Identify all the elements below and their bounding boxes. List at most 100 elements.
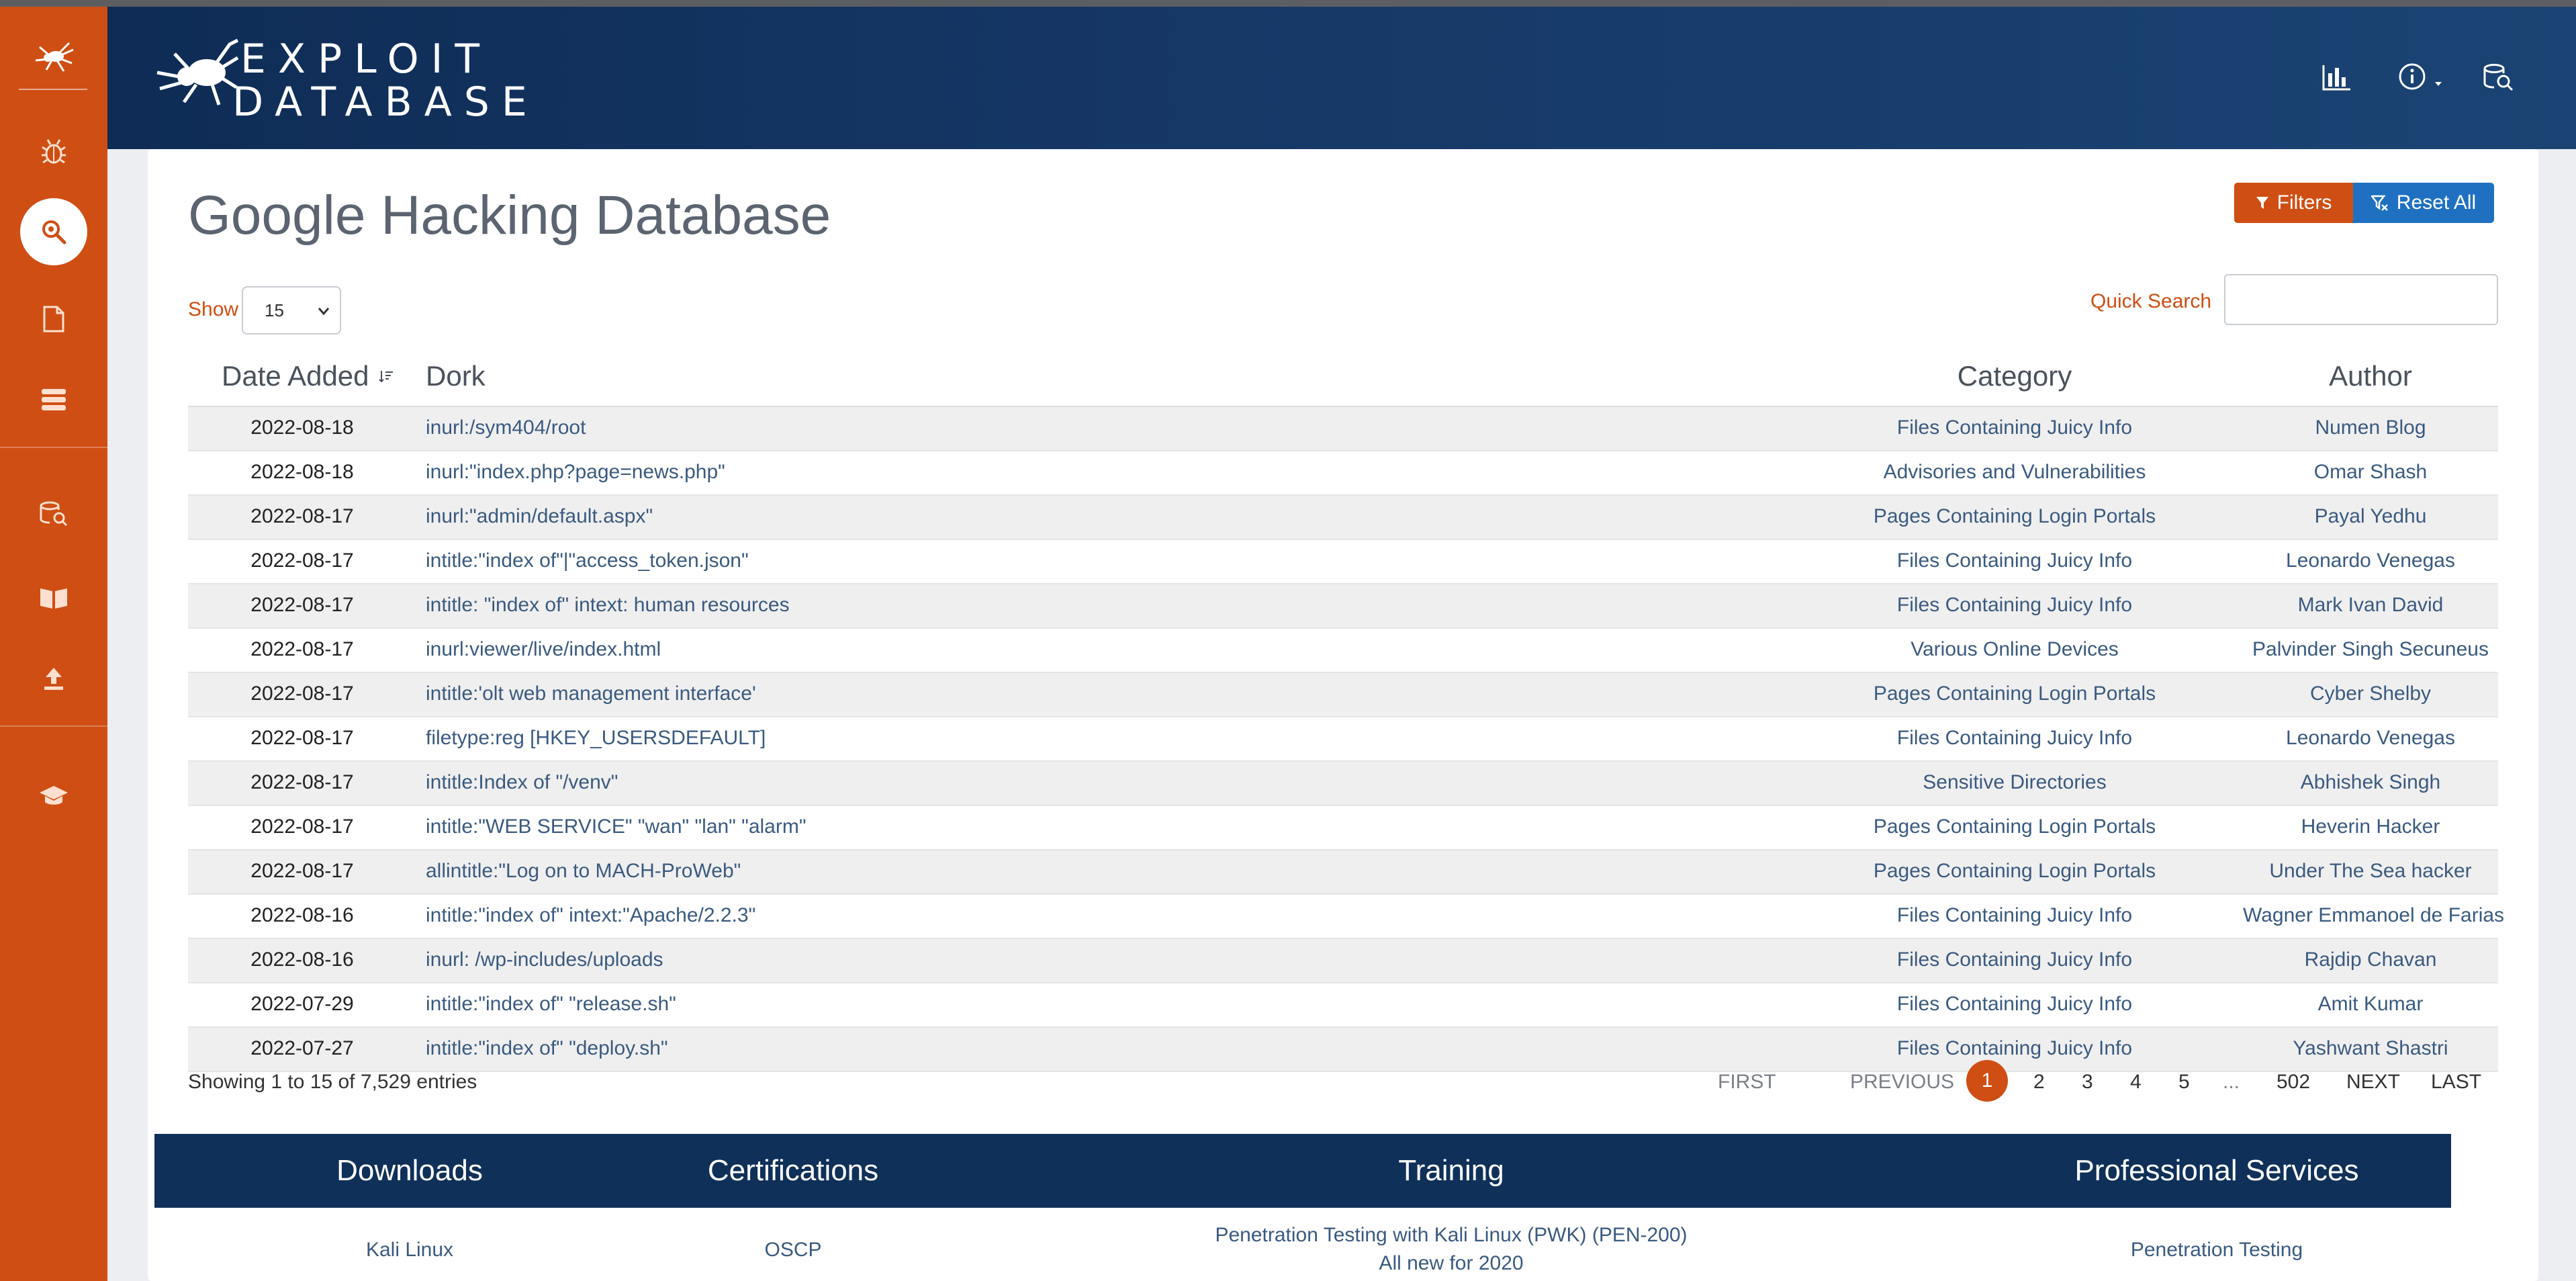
- column-header-category[interactable]: Category: [1719, 360, 2310, 392]
- cell-dork-link[interactable]: inurl:/sym404/root: [426, 416, 586, 439]
- cell-dork-link[interactable]: intitle:"index of"|"access_token.json": [426, 549, 749, 572]
- cell-dork-link[interactable]: intitle:"WEB SERVICE" "wan" "lan" "alarm…: [426, 815, 806, 838]
- cell-author-link[interactable]: Mark Ivan David: [2243, 594, 2498, 617]
- cell-category-link[interactable]: Files Containing Juicy Info: [1719, 549, 2310, 572]
- column-header-author[interactable]: Author: [2243, 360, 2498, 392]
- cell-dork-link[interactable]: inurl:"admin/default.aspx": [426, 505, 653, 528]
- cell-dork-link[interactable]: allintitle:"Log on to MACH-ProWeb": [426, 860, 741, 883]
- cell-dork-link[interactable]: intitle:'olt web management interface': [426, 682, 756, 705]
- cell-date: 2022-08-17: [250, 682, 354, 705]
- stats-icon[interactable]: [2317, 54, 2357, 101]
- table-row: 2022-08-18 inurl:/sym404/root Files Contai…: [188, 407, 2498, 451]
- pagination-first[interactable]: FIRST: [1718, 1071, 1776, 1094]
- cell-category-link[interactable]: Pages Containing Login Portals: [1719, 505, 2310, 528]
- spider-logo-icon[interactable]: [27, 32, 81, 79]
- cell-category-link[interactable]: Files Containing Juicy Info: [1719, 727, 2310, 750]
- main-card: Google Hacking Database Filters Reset Al…: [148, 149, 2538, 1281]
- footer-link-oscp[interactable]: OSCP: [764, 1239, 821, 1262]
- filter-icon: [2256, 197, 2268, 209]
- pagination-previous[interactable]: PREVIOUS: [1850, 1071, 1954, 1094]
- exploit-database-logo[interactable]: EXPLOIT DATABASE: [154, 31, 527, 125]
- cell-author-link[interactable]: Wagner Emmanoel de Farias: [2243, 904, 2504, 927]
- database-icon[interactable]: [27, 373, 81, 427]
- cell-dork-link[interactable]: filetype:reg [HKEY_USERSDEFAULT]: [426, 727, 766, 750]
- cell-category-link[interactable]: Pages Containing Login Portals: [1719, 860, 2310, 883]
- graduation-cap-icon[interactable]: [27, 769, 81, 823]
- cell-author-link[interactable]: Heverin Hacker: [2243, 815, 2498, 838]
- cell-dork-link[interactable]: intitle:"index of" "release.sh": [426, 993, 676, 1016]
- bug-icon[interactable]: [27, 124, 81, 178]
- footer-heading-training: Training: [1398, 1154, 1504, 1187]
- cell-category-link[interactable]: Files Containing Juicy Info: [1719, 1037, 2310, 1060]
- pagination-page-4[interactable]: 4: [2130, 1071, 2142, 1094]
- cell-category-link[interactable]: Sensitive Directories: [1719, 771, 2310, 794]
- cell-category-link[interactable]: Advisories and Vulnerabilities: [1719, 461, 2310, 484]
- reset-all-button[interactable]: Reset All: [2353, 183, 2494, 223]
- cell-category-link[interactable]: Files Containing Juicy Info: [1719, 993, 2310, 1016]
- cell-author-link[interactable]: Omar Shash: [2243, 461, 2498, 484]
- footer-link-pwk-subtitle[interactable]: All new for 2020: [1379, 1252, 1523, 1275]
- spider-logo-icon: [156, 38, 239, 105]
- search-icon[interactable]: [20, 198, 87, 265]
- cell-date: 2022-08-17: [250, 860, 354, 882]
- cell-date: 2022-08-17: [250, 727, 354, 749]
- pagination-page-5[interactable]: 5: [2178, 1071, 2190, 1094]
- table-row: 2022-08-17 intitle:Index of "/venv" Sensit…: [188, 762, 2498, 806]
- cell-author-link[interactable]: Rajdip Chavan: [2243, 948, 2498, 971]
- column-header-dork[interactable]: Dork: [426, 360, 486, 392]
- cell-author-link[interactable]: Cyber Shelby: [2243, 682, 2498, 705]
- pagination-page-last-number[interactable]: 502: [2276, 1071, 2310, 1094]
- footer-link-pwk[interactable]: Penetration Testing with Kali Linux (PWK…: [1215, 1224, 1687, 1247]
- pagination-page-2[interactable]: 2: [2033, 1071, 2045, 1094]
- cell-category-link[interactable]: Files Containing Juicy Info: [1719, 904, 2310, 927]
- search-database-icon[interactable]: [2478, 54, 2518, 101]
- cell-dork-link[interactable]: intitle:"index of" intext:"Apache/2.2.3": [426, 904, 755, 927]
- page-title: Google Hacking Database: [188, 185, 831, 246]
- quick-search-input[interactable]: [2224, 274, 2498, 325]
- table-row: 2022-08-18 inurl:"index.php?page=news.php…: [188, 451, 2498, 496]
- table-row: 2022-08-17 intitle:"index of"|"access_tok…: [188, 540, 2498, 584]
- search-database-icon[interactable]: [27, 487, 81, 541]
- cell-category-link[interactable]: Files Containing Juicy Info: [1719, 948, 2310, 971]
- cell-dork-link[interactable]: inurl: /wp-includes/uploads: [426, 948, 663, 971]
- footer-link-kali-linux[interactable]: Kali Linux: [366, 1239, 453, 1262]
- document-icon[interactable]: [27, 292, 81, 346]
- entries-per-page-select[interactable]: 15: [242, 286, 341, 335]
- filter-reset-icon: [2371, 195, 2388, 211]
- cell-category-link[interactable]: Pages Containing Login Portals: [1719, 815, 2310, 838]
- cell-dork-link[interactable]: inurl:viewer/live/index.html: [426, 638, 661, 661]
- pagination-page-3[interactable]: 3: [2082, 1071, 2093, 1094]
- cell-author-link[interactable]: Numen Blog: [2243, 416, 2498, 439]
- column-header-date-added[interactable]: Date Added: [222, 360, 394, 392]
- pagination-next[interactable]: NEXT: [2346, 1071, 2400, 1094]
- cell-author-link[interactable]: Amit Kumar: [2243, 993, 2498, 1016]
- cell-date: 2022-08-17: [250, 594, 354, 616]
- cell-dork-link[interactable]: intitle:"index of" "deploy.sh": [426, 1037, 668, 1060]
- cell-category-link[interactable]: Pages Containing Login Portals: [1719, 682, 2310, 705]
- book-icon[interactable]: [27, 571, 81, 625]
- cell-author-link[interactable]: Leonardo Venegas: [2243, 549, 2498, 572]
- cell-category-link[interactable]: Files Containing Juicy Info: [1719, 594, 2310, 617]
- filters-button[interactable]: Filters: [2234, 183, 2353, 223]
- info-menu-button[interactable]: [2391, 54, 2451, 101]
- cell-category-link[interactable]: Files Containing Juicy Info: [1719, 416, 2310, 439]
- cell-author-link[interactable]: Palvinder Singh Secuneus: [2243, 638, 2498, 661]
- table-row: 2022-08-17 allintitle:"Log on to MACH-Pro…: [188, 850, 2498, 895]
- quick-search-label: Quick Search: [2090, 290, 2212, 312]
- filters-button-label: Filters: [2276, 191, 2332, 214]
- cell-dork-link[interactable]: intitle: "index of" intext: human resour…: [426, 594, 790, 617]
- footer-link-penetration-testing[interactable]: Penetration Testing: [2131, 1239, 2303, 1262]
- cell-author-link[interactable]: Under The Sea hacker: [2243, 860, 2498, 883]
- cell-author-link[interactable]: Payal Yedhu: [2243, 505, 2498, 528]
- cell-dork-link[interactable]: intitle:Index of "/venv": [426, 771, 618, 794]
- cell-dork-link[interactable]: inurl:"index.php?page=news.php": [426, 461, 725, 484]
- cell-category-link[interactable]: Various Online Devices: [1719, 638, 2310, 661]
- pagination-page-current[interactable]: 1: [1966, 1060, 2008, 1102]
- pagination-last[interactable]: LAST: [2431, 1071, 2481, 1094]
- cell-author-link[interactable]: Abhishek Singh: [2243, 771, 2498, 794]
- cell-author-link[interactable]: Leonardo Venegas: [2243, 727, 2498, 750]
- reset-all-button-label: Reset All: [2396, 191, 2477, 214]
- cell-author-link[interactable]: Yashwant Shastri: [2243, 1037, 2498, 1060]
- upload-icon[interactable]: [27, 652, 81, 705]
- cell-date: 2022-08-17: [250, 505, 354, 527]
